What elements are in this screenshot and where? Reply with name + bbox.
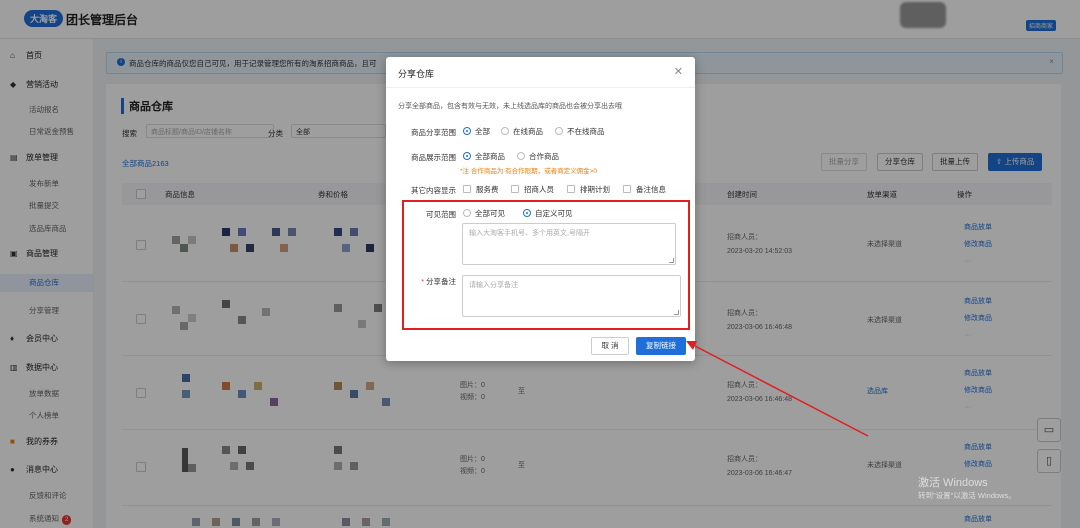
option-label: 合作商品 — [529, 152, 559, 161]
share-warehouse-dialog: 分享仓库 ✕ 分享全部商品，包含有效与无效，未上线选品库的商品也会被分享出去哦 … — [386, 57, 695, 361]
checkbox-icon — [463, 185, 471, 193]
radio-selected-icon — [463, 127, 471, 135]
other-option-service-fee[interactable]: 服务费 — [463, 184, 499, 195]
copy-link-button[interactable]: 复制链接 — [636, 337, 686, 355]
radio-icon — [555, 127, 563, 135]
dialog-description: 分享全部商品，包含有效与无效，未上线选品库的商品也会被分享出去哦 — [398, 103, 622, 110]
phone-input[interactable]: 输入大淘客手机号、多个用英文,号隔开 — [462, 223, 676, 265]
checkbox-icon — [623, 185, 631, 193]
os-watermark: 激活 Windows 转到"设置"以激活 Windows。 — [918, 474, 1016, 501]
other-option-recruiter[interactable]: 招商人员 — [511, 184, 554, 195]
radio-icon — [463, 209, 471, 217]
checkbox-icon — [511, 185, 519, 193]
remark-input[interactable]: 请输入分享备注 — [462, 275, 681, 317]
option-label: 备注信息 — [636, 185, 666, 194]
display-note: *注 合作商品为 有合作限期，或者商定义佣金>0 — [460, 168, 598, 175]
visibility-option-custom[interactable]: 自定义可见 — [523, 208, 573, 219]
dialog-title: 分享仓库 — [398, 69, 435, 79]
option-label: 在线商品 — [513, 127, 543, 136]
close-icon[interactable]: ✕ — [674, 65, 683, 78]
cancel-button[interactable]: 取 消 — [591, 337, 629, 355]
option-label: 服务费 — [476, 185, 499, 194]
required-mark: * — [421, 277, 424, 286]
option-label: 自定义可见 — [535, 209, 573, 218]
option-label: 不在线商品 — [567, 127, 605, 136]
radio-icon — [501, 127, 509, 135]
other-content-label: 其它内容显示 — [411, 186, 456, 195]
scope-option-offline[interactable]: 不在线商品 — [555, 126, 605, 137]
divider — [386, 87, 695, 88]
option-label: 招商人员 — [524, 185, 554, 194]
watermark-subtitle: 转到"设置"以激活 Windows。 — [918, 491, 1016, 500]
display-option-coop[interactable]: 合作商品 — [517, 151, 559, 162]
visibility-label: 可见范围 — [426, 210, 456, 219]
scope-option-all[interactable]: 全部 — [463, 126, 490, 137]
checkbox-icon — [567, 185, 575, 193]
display-option-all[interactable]: 全部商品 — [463, 151, 505, 162]
other-option-schedule[interactable]: 排期计划 — [567, 184, 610, 195]
radio-selected-icon — [523, 209, 531, 217]
option-label: 全部可见 — [475, 209, 505, 218]
option-label: 全部商品 — [475, 152, 505, 161]
option-label: 排期计划 — [580, 185, 610, 194]
visibility-option-all[interactable]: 全部可见 — [463, 208, 505, 219]
share-scope-row: 商品分享范围 全部 在线商品 不在线商品 — [386, 125, 695, 139]
display-scope-label: 商品展示范围 — [411, 153, 456, 162]
other-content-row: 其它内容显示 服务费 招商人员 排期计划 备注信息 — [386, 183, 695, 197]
share-scope-label: 商品分享范围 — [411, 128, 456, 137]
radio-selected-icon — [463, 152, 471, 160]
scope-option-online[interactable]: 在线商品 — [501, 126, 543, 137]
visibility-row: 可见范围 全部可见 自定义可见 — [386, 207, 695, 221]
option-label: 全部 — [475, 127, 490, 136]
remark-label: * 分享备注 — [386, 276, 456, 287]
radio-icon — [517, 152, 525, 160]
display-scope-row: 商品展示范围 全部商品 合作商品 — [386, 150, 695, 164]
remark-label-text: 分享备注 — [426, 277, 456, 286]
other-option-remark[interactable]: 备注信息 — [623, 184, 666, 195]
watermark-title: 激活 Windows — [918, 477, 988, 489]
